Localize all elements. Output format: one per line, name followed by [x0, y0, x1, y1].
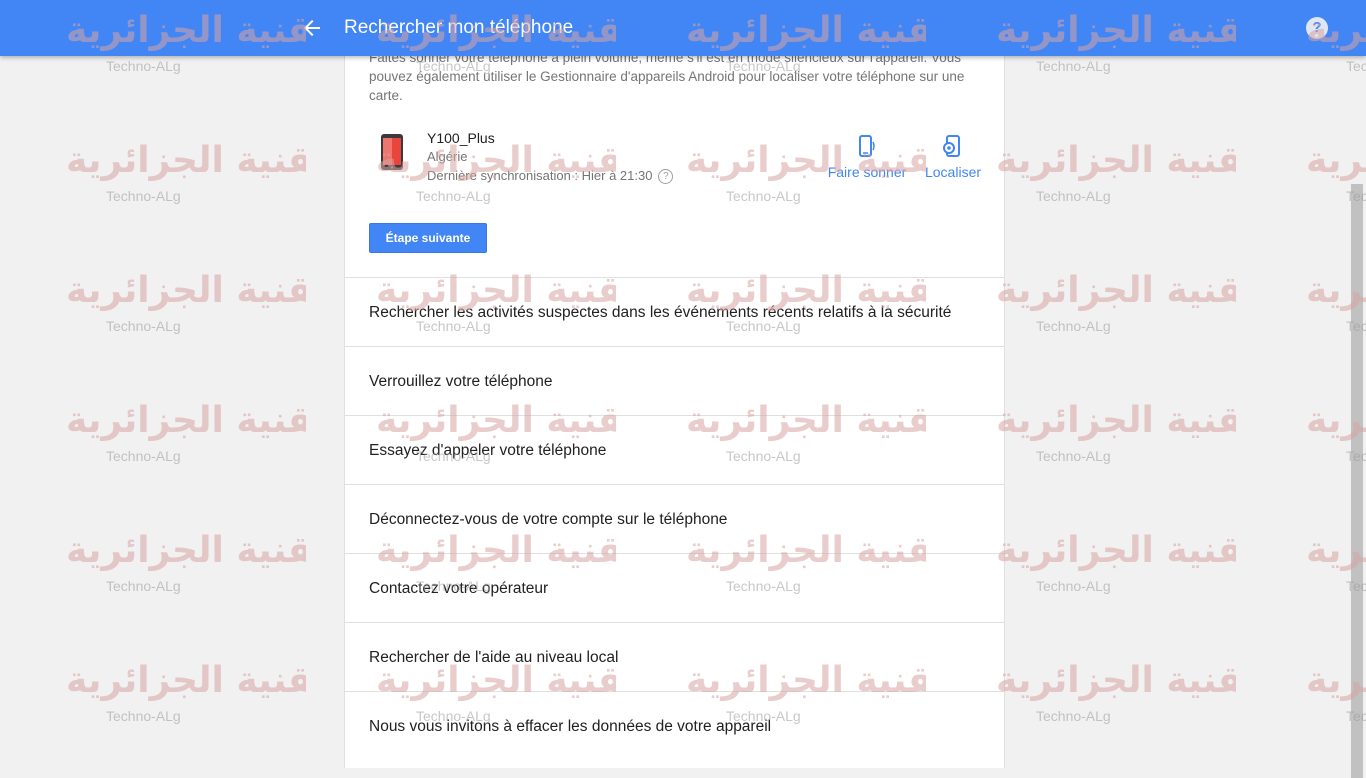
next-step-button[interactable]: Étape suivante: [369, 223, 487, 253]
watermark: التقنية الجزائرية Techno-ALg: [996, 530, 1236, 610]
ring-button[interactable]: Faire sonner: [825, 134, 909, 180]
device-name: Y100_Plus: [427, 130, 495, 146]
intro-text: Faites sonner votre téléphone à plein vo…: [369, 50, 965, 103]
watermark: التقنية الجزائرية Techno-ALg: [66, 530, 306, 610]
step-erase-data[interactable]: Nous vous invitons à effacer les données…: [345, 691, 1004, 760]
watermark-latin: Techno-ALg: [1036, 58, 1111, 74]
watermark: التقنية الجزائرية Techno-ALg: [66, 400, 306, 480]
scrollbar[interactable]: [1349, 56, 1366, 778]
ring-label: Faire sonner: [827, 164, 907, 180]
watermark-latin: Techno-ALg: [1036, 578, 1111, 594]
step-suspicious-activity[interactable]: Rechercher les activités suspectes dans …: [345, 277, 1004, 346]
scrollbar-thumb[interactable]: [1351, 184, 1363, 778]
device-country: Algérie: [427, 149, 468, 164]
watermark-arabic: التقنية الجزائرية: [66, 400, 306, 441]
watermark-latin: Techno-ALg: [1036, 318, 1111, 334]
watermark-latin: Techno-ALg: [106, 188, 181, 204]
watermark-latin: Techno-ALg: [106, 448, 181, 464]
watermark: التقنية الجزائرية Techno-ALg: [996, 660, 1236, 740]
locate-label: Localiser: [924, 164, 982, 180]
steps-list: Rechercher les activités suspectes dans …: [345, 277, 1004, 760]
watermark: التقنية الجزائرية Techno-ALg: [996, 270, 1236, 350]
phone-ring-icon: [859, 135, 875, 157]
watermark: التقنية الجزائرية Techno-ALg: [996, 140, 1236, 220]
help-icon[interactable]: ?: [1306, 17, 1328, 39]
locate-icon: [943, 135, 960, 157]
watermark-arabic: التقنية الجزائرية: [66, 660, 306, 701]
watermark-latin: Techno-ALg: [1036, 188, 1111, 204]
step-local-help[interactable]: Rechercher de l'aide au niveau local: [345, 622, 1004, 691]
watermark-latin: Techno-ALg: [106, 58, 181, 74]
app-header: Rechercher mon téléphone ?: [0, 0, 1366, 56]
step-lock-phone[interactable]: Verrouillez votre téléphone: [345, 346, 1004, 415]
watermark-arabic: التقنية الجزائرية: [996, 660, 1236, 701]
locate-button[interactable]: Localiser: [923, 134, 983, 180]
watermark: التقنية الجزائرية Techno-ALg: [996, 400, 1236, 480]
watermark-latin: Techno-ALg: [106, 318, 181, 334]
step-call-phone[interactable]: Essayez d'appeler votre téléphone: [345, 415, 1004, 484]
watermark-latin: Techno-ALg: [1036, 448, 1111, 464]
page-title: Rechercher mon téléphone: [344, 17, 574, 38]
watermark: التقنية الجزائرية Techno-ALg: [66, 270, 306, 350]
watermark-arabic: التقنية الجزائرية: [996, 400, 1236, 441]
device-row: Y100_Plus Algérie Dernière synchronisati…: [369, 130, 989, 186]
watermark: التقنية الجزائرية Techno-ALg: [66, 140, 306, 220]
watermark-arabic: التقنية الجزائرية: [996, 140, 1236, 181]
step-contact-carrier[interactable]: Contactez votre opérateur: [345, 553, 1004, 622]
arrow-back-icon[interactable]: [300, 16, 324, 40]
watermark-latin: Techno-ALg: [106, 578, 181, 594]
content-card: Faites sonner votre téléphone à plein vo…: [344, 50, 1005, 768]
info-icon[interactable]: ?: [658, 169, 674, 184]
watermark-arabic: التقنية الجزائرية: [66, 530, 306, 571]
watermark-arabic: التقنية الجزائرية: [66, 270, 306, 311]
last-sync-text: Dernière synchronisation : Hier à 21:30: [427, 168, 653, 183]
watermark-arabic: التقنية الجزائرية: [66, 140, 306, 181]
watermark-arabic: التقنية الجزائرية: [996, 270, 1236, 311]
watermark: التقنية الجزائرية Techno-ALg: [66, 660, 306, 740]
watermark-arabic: التقنية الجزائرية: [996, 530, 1236, 571]
device-last-sync: Dernière synchronisation : Hier à 21:30?: [427, 168, 674, 184]
step-sign-out[interactable]: Déconnectez-vous de votre compte sur le …: [345, 484, 1004, 553]
watermark-latin: Techno-ALg: [106, 708, 181, 724]
watermark-latin: Techno-ALg: [1036, 708, 1111, 724]
phone-icon: [381, 134, 403, 170]
